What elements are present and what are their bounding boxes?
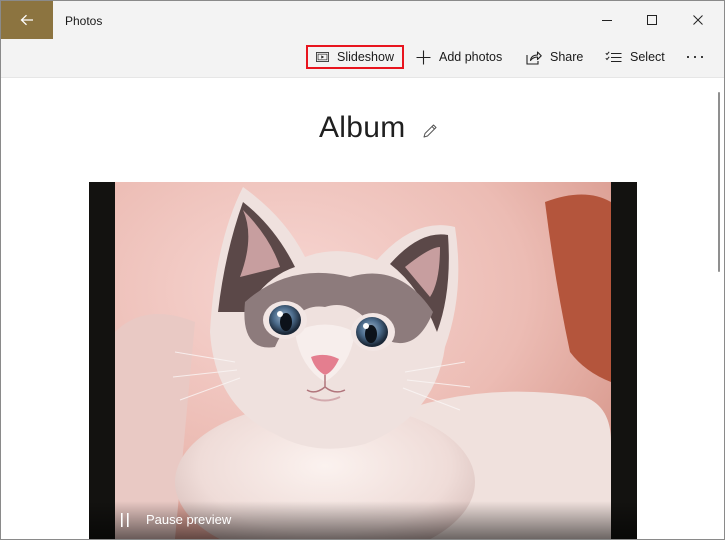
preview-controls: Pause preview [89, 501, 637, 539]
slideshow-label: Slideshow [337, 50, 394, 64]
share-label: Share [550, 50, 584, 64]
share-button[interactable]: Share [526, 45, 583, 69]
select-checklist-icon [605, 50, 622, 62]
app-title: Photos [65, 14, 103, 28]
close-icon [693, 15, 703, 25]
back-button[interactable] [1, 1, 53, 39]
share-icon [526, 50, 542, 65]
vertical-scrollbar[interactable] [718, 92, 720, 272]
album-title: Album [319, 111, 406, 144]
plus-icon [416, 50, 431, 64]
select-label: Select [630, 50, 665, 64]
close-button[interactable] [675, 1, 721, 39]
slideshow-preview[interactable]: Pause preview [89, 182, 637, 539]
add-photos-label: Add photos [439, 50, 503, 64]
more-icon: ··· [685, 45, 706, 66]
add-photos-button[interactable]: Add photos [416, 45, 502, 69]
pause-icon[interactable] [119, 513, 131, 527]
arrow-left-icon [20, 14, 33, 26]
cat-photo [115, 182, 611, 539]
maximize-button[interactable] [629, 1, 675, 39]
more-options-button[interactable]: ··· [685, 44, 706, 68]
maximize-icon [647, 15, 657, 25]
pencil-icon[interactable] [422, 123, 438, 139]
title-bar: Photos [1, 1, 724, 39]
select-button[interactable]: Select [605, 45, 665, 69]
command-bar: Slideshow Add photos Share Select ··· [1, 39, 724, 78]
minimize-icon [602, 20, 612, 21]
photos-window: Photos Slideshow Add photos Share Select… [0, 0, 725, 540]
album-content: Album Pause preview [1, 78, 724, 539]
pause-preview-label[interactable]: Pause preview [146, 512, 231, 527]
minimize-button[interactable] [584, 1, 630, 39]
slideshow-icon [316, 52, 330, 62]
slideshow-button[interactable]: Slideshow [306, 45, 404, 69]
